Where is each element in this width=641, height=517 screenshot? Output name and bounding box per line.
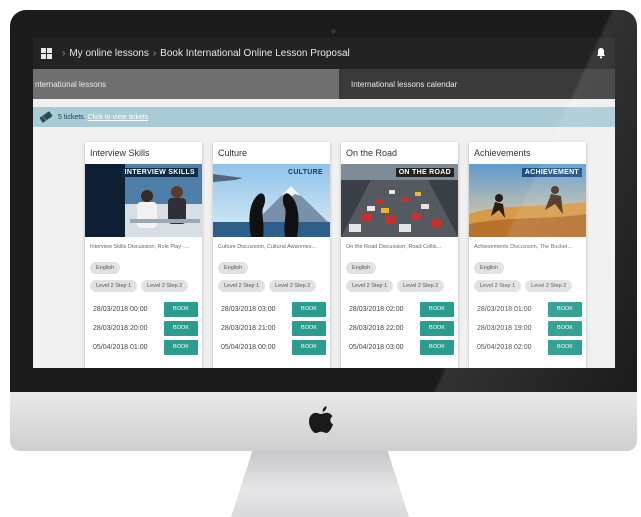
level-chip: Level 2 Step 2	[525, 280, 573, 292]
lesson-card-culture: Culture CULTURE Culture Discussion, Cult…	[213, 142, 330, 368]
card-image-banner: ON THE ROAD	[395, 168, 454, 177]
card-image-interview-skills[interactable]: INTERVIEW SKILLS	[85, 164, 202, 237]
slot-datetime: 05/04/2018 00:00	[221, 343, 276, 351]
card-image-on-the-road[interactable]: ON THE ROAD	[341, 164, 458, 237]
slot-row: 28/03/2018 01:00 BOOK	[477, 300, 582, 318]
slot-datetime: 28/03/2018 00:00	[93, 305, 148, 313]
book-button[interactable]: BOOK	[420, 320, 454, 336]
level-chip: Level 2 Step 1	[218, 280, 266, 292]
slot-row: 28/03/2018 20:00 BOOK	[93, 319, 198, 337]
slot-list: 28/03/2018 01:00 BOOK 28/03/2018 19:00 B…	[469, 292, 586, 356]
card-description: Culture Discussion, Cultural Awarenes...	[218, 244, 317, 250]
slot-datetime: 05/04/2018 01:00	[93, 343, 148, 351]
card-description: On the Road Discussion, Road Collis...	[346, 244, 442, 250]
screen: › My online lessons › Book International…	[33, 37, 615, 368]
card-title: Interview Skills	[90, 148, 150, 158]
lesson-cards: Interview Skills INTERVIEW SKILLS Interv…	[85, 142, 586, 368]
breadcrumb-current-page: Book International Online Lesson Proposa…	[160, 47, 350, 59]
lesson-card-interview-skills: Interview Skills INTERVIEW SKILLS Interv…	[85, 142, 202, 368]
slot-row: 28/03/2018 19:00 BOOK	[477, 319, 582, 337]
slot-datetime: 28/03/2018 19:00	[477, 324, 532, 332]
level-chip: Level 2 Step 1	[346, 280, 394, 292]
level-chip: Level 2 Step 2	[269, 280, 317, 292]
slot-row: 05/04/2018 02:00 BOOK	[477, 338, 582, 356]
lesson-card-on-the-road: On the Road ON THE ROAD On the Road Disc…	[341, 142, 458, 368]
card-image-culture[interactable]: CULTURE	[213, 164, 330, 237]
level-chip: Level 2 Step 2	[397, 280, 445, 292]
ticket-icon	[39, 111, 53, 123]
book-button[interactable]: BOOK	[164, 339, 198, 355]
book-button[interactable]: BOOK	[292, 339, 326, 355]
book-button[interactable]: BOOK	[292, 320, 326, 336]
slot-row: 28/03/2018 21:00 BOOK	[221, 319, 326, 337]
slot-datetime: 28/03/2018 02:00	[349, 305, 404, 313]
tab-international-lessons[interactable]: nternational lessons	[33, 69, 339, 99]
slot-list: 28/03/2018 02:00 BOOK 28/03/2018 22:00 B…	[341, 292, 458, 356]
book-button[interactable]: BOOK	[164, 301, 198, 317]
camera-dot	[331, 29, 336, 34]
slot-datetime: 28/03/2018 20:00	[93, 324, 148, 332]
book-button[interactable]: BOOK	[548, 320, 582, 336]
slot-datetime: 28/03/2018 03:00	[221, 305, 276, 313]
slot-row: 05/04/2018 00:00 BOOK	[221, 338, 326, 356]
slot-row: 28/03/2018 00:00 BOOK	[93, 300, 198, 318]
slot-datetime: 28/03/2018 01:00	[477, 305, 532, 313]
slot-row: 28/03/2018 22:00 BOOK	[349, 319, 454, 337]
slot-row: 28/03/2018 02:00 BOOK	[349, 300, 454, 318]
breadcrumb-my-online-lessons[interactable]: My online lessons	[69, 48, 148, 59]
slot-row: 28/03/2018 03:00 BOOK	[221, 300, 326, 318]
card-image-achievements[interactable]: ACHIEVEMENT	[469, 164, 586, 237]
language-chip: English	[346, 262, 377, 274]
lesson-card-achievements: Achievements ACHIEVEMENT Achievements Di…	[469, 142, 586, 368]
slot-datetime: 05/04/2018 02:00	[477, 343, 532, 351]
view-tickets-link[interactable]: Click to view tickets	[88, 114, 149, 121]
book-button[interactable]: BOOK	[292, 301, 326, 317]
card-image-banner: ACHIEVEMENT	[521, 168, 582, 177]
imac-mockup: › My online lessons › Book International…	[0, 0, 641, 517]
tab-bar: nternational lessons International lesso…	[33, 69, 615, 99]
level-chip: Level 2 Step 2	[141, 280, 189, 292]
slot-datetime: 28/03/2018 22:00	[349, 324, 404, 332]
slot-datetime: 05/04/2018 03:00	[349, 343, 404, 351]
tab-international-lessons-calendar[interactable]: International lessons calendar	[339, 69, 615, 99]
bell-icon[interactable]	[595, 47, 607, 59]
tickets-bar: 5 tickets. Click to view tickets	[33, 107, 615, 127]
monitor-stand	[231, 451, 409, 517]
book-button[interactable]: BOOK	[420, 339, 454, 355]
level-chip: Level 2 Step 1	[90, 280, 138, 292]
apple-logo-icon	[309, 406, 333, 433]
slot-list: 28/03/2018 03:00 BOOK 28/03/2018 21:00 B…	[213, 292, 330, 356]
slot-datetime: 28/03/2018 21:00	[221, 324, 276, 332]
book-button[interactable]: BOOK	[420, 301, 454, 317]
language-chip: English	[474, 262, 505, 274]
card-image-banner: CULTURE	[287, 169, 323, 176]
top-bar: › My online lessons › Book International…	[33, 37, 615, 69]
card-description: Achievements Discussion, The Bucket...	[474, 244, 573, 250]
card-title: Achievements	[474, 148, 531, 158]
apps-grid-icon[interactable]	[41, 47, 52, 59]
book-button[interactable]: BOOK	[548, 301, 582, 317]
card-description: Interview Skills Discussion, Role Play -…	[90, 244, 190, 250]
book-button[interactable]: BOOK	[548, 339, 582, 355]
card-title: Culture	[218, 148, 248, 158]
tickets-count: 5 tickets.	[58, 113, 86, 121]
slot-row: 05/04/2018 01:00 BOOK	[93, 338, 198, 356]
language-chip: English	[218, 262, 249, 274]
language-chip: English	[90, 262, 121, 274]
level-chip: Level 2 Step 1	[474, 280, 522, 292]
card-title: On the Road	[346, 148, 398, 158]
breadcrumb-separator: ›	[62, 47, 66, 59]
breadcrumb-separator: ›	[152, 47, 157, 59]
slot-row: 05/04/2018 03:00 BOOK	[349, 338, 454, 356]
slot-list: 28/03/2018 00:00 BOOK 28/03/2018 20:00 B…	[85, 292, 202, 356]
card-image-banner: INTERVIEW SKILLS	[121, 168, 198, 177]
book-button[interactable]: BOOK	[164, 320, 198, 336]
